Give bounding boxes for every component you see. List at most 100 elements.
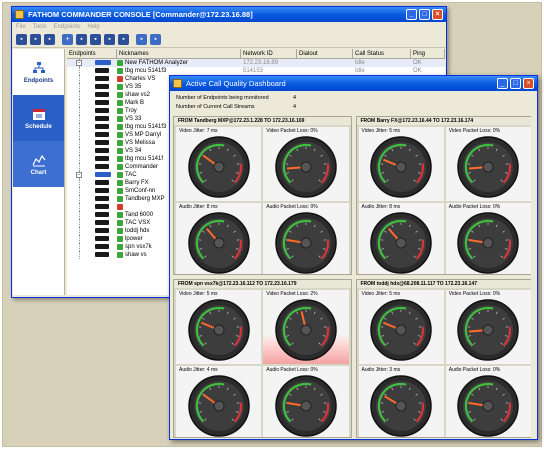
gauge-cell[interactable]: Video Packet Loss: 0% xyxy=(445,290,531,364)
status-indicator-icon xyxy=(117,132,123,138)
gauge-cell[interactable]: Video Jitter: 5 ms xyxy=(358,290,444,364)
endpoint-device-icon xyxy=(95,124,109,129)
toolbar-save-icon[interactable]: ▪ xyxy=(44,34,55,45)
endpoint-device-icon xyxy=(95,100,109,105)
col-dialout[interactable]: Dialout xyxy=(297,49,353,58)
toolbar-add-icon[interactable]: + xyxy=(62,34,73,45)
status-indicator-icon xyxy=(117,172,123,178)
nav-schedule-label: Schedule xyxy=(25,123,52,130)
dashboard-maximize-button[interactable]: □ xyxy=(510,78,521,89)
toolbar-new-icon[interactable]: ▪ xyxy=(16,34,27,45)
tree-expander-icon[interactable]: − xyxy=(76,60,82,66)
status-indicator-icon xyxy=(117,204,123,210)
menu-file[interactable]: File xyxy=(16,24,26,30)
dashboard-titlebar[interactable]: Active Call Quality Dashboard _ □ × xyxy=(170,76,537,91)
gauge-dial-icon xyxy=(187,136,250,198)
gauge-cell[interactable]: Audio Jitter: 4 ms xyxy=(176,366,262,437)
toolbar-view-icon[interactable]: ▪ xyxy=(76,34,87,45)
gauge-cell[interactable]: Video Packet Loss: 0% xyxy=(445,127,531,201)
endpoint-device-icon xyxy=(95,84,109,89)
network-icon xyxy=(32,61,45,73)
endpoint-tree-cell xyxy=(67,195,117,203)
nav-endpoints[interactable]: Endpoints xyxy=(13,49,64,95)
col-call-status[interactable]: Call Status xyxy=(353,49,411,58)
gauge-dial-icon xyxy=(187,375,250,437)
toolbar-dashboard-icon[interactable]: ▪ xyxy=(150,34,161,45)
endpoint-device-icon xyxy=(95,164,109,169)
call-stream-panel: FROM Tandberg MXP@172.23.1.228 TO 172.23… xyxy=(173,116,352,275)
gauge-cell[interactable]: Audio Jitter: 3 ms xyxy=(358,366,444,437)
gauge-dial-icon xyxy=(457,136,520,198)
console-titlebar[interactable]: FATHOM COMMANDER CONSOLE [Commander@172.… xyxy=(12,7,446,22)
nickname-text: VS 33 xyxy=(125,116,142,122)
toolbar-monitor-icon[interactable]: ▪ xyxy=(118,34,129,45)
gauge-cell[interactable]: Audio Packet Loss: 0% xyxy=(263,203,349,274)
endpoint-tree-cell xyxy=(67,131,117,139)
status-indicator-icon xyxy=(117,236,123,242)
col-nicknames[interactable]: Nicknames xyxy=(117,49,241,58)
nickname-text: tbg mcu 5141f3 xyxy=(125,68,167,74)
table-row[interactable]: tbg mcu 5141f3 514153 Idle OK xyxy=(67,67,445,75)
tree-line xyxy=(79,131,80,139)
nav-schedule[interactable]: Schedule xyxy=(13,95,64,141)
endpoint-tree-cell xyxy=(67,187,117,195)
gauge-cell[interactable]: Video Packet Loss: 0% xyxy=(263,127,349,201)
maximize-button[interactable]: □ xyxy=(419,9,430,20)
gauge-grid: Video Jitter: 5 ms Video Packet Loss: 2% A… xyxy=(174,288,351,437)
gauge-cell[interactable]: Audio Packet Loss: 0% xyxy=(445,203,531,274)
tree-line xyxy=(79,83,80,91)
tree-line xyxy=(79,115,80,123)
tree-line xyxy=(79,235,80,243)
tree-line xyxy=(79,75,80,83)
endpoint-device-icon xyxy=(95,172,111,177)
toolbar-report-icon[interactable]: ▪ xyxy=(104,34,115,45)
gauge-cell[interactable]: Video Jitter: 5 ms xyxy=(358,127,444,201)
tree-expander-icon[interactable]: − xyxy=(76,172,82,178)
minimize-button[interactable]: _ xyxy=(406,9,417,20)
tree-line xyxy=(79,107,80,115)
col-network-id[interactable]: Network ID xyxy=(241,49,297,58)
table-row[interactable]: − New FATHOM Analyzer 172.23.16.89 Idle OK xyxy=(67,59,445,67)
gauge-cell[interactable]: Audio Jitter: 8 ms xyxy=(358,203,444,274)
gauge-label: Audio Packet Loss: 0% xyxy=(448,204,501,210)
toolbar-open-icon[interactable]: ▪ xyxy=(30,34,41,45)
gauge-label: Video Jitter: 5 ms xyxy=(179,291,218,297)
gauge-dial-icon xyxy=(187,299,250,361)
nickname-text: shaw vs xyxy=(125,252,147,258)
gauge-label: Video Packet Loss: 2% xyxy=(266,291,318,297)
gauge-dial-icon xyxy=(275,212,337,274)
call-quality-dashboard-window: Active Call Quality Dashboard _ □ × Numb… xyxy=(169,75,538,440)
dashboard-close-button[interactable]: × xyxy=(523,78,534,89)
nickname-text: Barry FX xyxy=(125,180,149,186)
dashboard-title: Active Call Quality Dashboard xyxy=(186,79,286,88)
tree-line xyxy=(79,155,80,163)
gauge-cell[interactable]: Video Packet Loss: 2% xyxy=(263,290,349,364)
menu-help[interactable]: Help xyxy=(87,24,99,30)
col-endpoints[interactable]: Endpoints xyxy=(67,49,117,58)
gauge-cell[interactable]: Audio Packet Loss: 0% xyxy=(263,366,349,437)
ping-cell: OK xyxy=(413,68,422,74)
nickname-cell: tbg mcu 5141f3 xyxy=(117,67,241,75)
gauge-cell[interactable]: Audio Packet Loss: 0% xyxy=(445,366,531,437)
toolbar-grid-icon[interactable]: ▪ xyxy=(90,34,101,45)
nickname-text: TAC xyxy=(125,172,137,178)
nav-chart[interactable]: Chart xyxy=(13,141,64,187)
col-ping[interactable]: Ping xyxy=(411,49,445,58)
menu-tools[interactable]: Tools xyxy=(33,24,47,30)
gauge-cell[interactable]: Video Jitter: 5 ms xyxy=(176,290,262,364)
gauge-cell[interactable]: Video Jitter: 7 ms xyxy=(176,127,262,201)
toolbar-settings-icon[interactable]: ▪ xyxy=(136,34,147,45)
gauge-label: Audio Jitter: 3 ms xyxy=(361,367,401,373)
tree-line xyxy=(79,123,80,131)
gauge-cell[interactable]: Audio Jitter: 8 ms xyxy=(176,203,262,274)
gauge-label: Video Jitter: 5 ms xyxy=(361,128,401,134)
menu-endpoints[interactable]: Endpoints xyxy=(54,24,81,30)
nickname-text: VS MP Darryl xyxy=(125,132,162,138)
status-indicator-icon xyxy=(117,68,123,74)
endpoint-device-icon xyxy=(95,116,109,121)
endpoint-tree-cell xyxy=(67,203,117,211)
tree-line xyxy=(79,227,80,235)
nickname-text: Tand 6000 xyxy=(125,212,154,218)
dashboard-minimize-button[interactable]: _ xyxy=(497,78,508,89)
close-button[interactable]: × xyxy=(432,9,443,20)
